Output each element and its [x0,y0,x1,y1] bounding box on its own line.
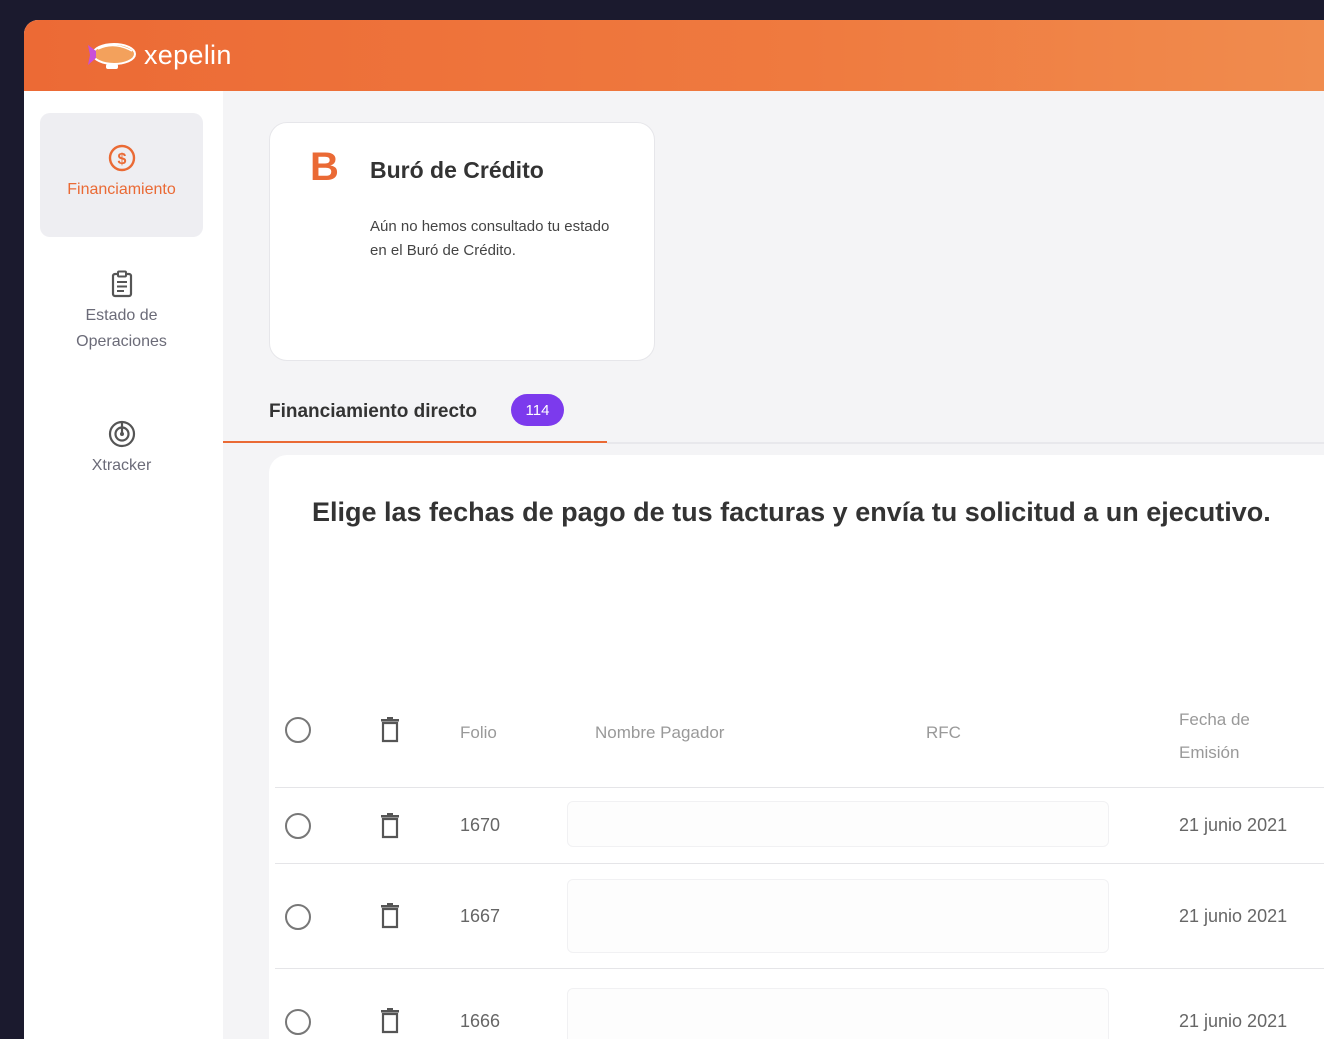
sidebar-item-financiamiento[interactable]: $ Financiamiento [40,113,203,237]
row-folio: 1666 [460,1011,501,1031]
invoices-panel: Elige las fechas de pago de tus facturas… [269,455,1324,1039]
tab-financiamiento-directo[interactable]: Financiamiento directo 114 [223,381,607,443]
col-folio: Folio [460,723,497,742]
table-row[interactable]: 1670 21 junio 2021 [275,787,1324,864]
table-row[interactable]: 1667 21 junio 2021 [275,863,1324,969]
sidebar-item-label: Estado de Operaciones [76,307,167,350]
redacted-payer-field [567,988,1109,1039]
row-select-radio[interactable] [285,904,311,930]
top-bar: xepelin [24,20,1324,91]
trash-icon[interactable] [379,903,401,929]
col-fecha-emision: Fecha de Emisión [1179,710,1250,762]
row-fecha: 21 junio 2021 [1179,815,1288,835]
bureau-letter-icon: B [310,145,339,189]
col-nombre-pagador: Nombre Pagador [595,723,725,742]
sidebar-item-estado-operaciones[interactable]: Estado de Operaciones [40,269,203,369]
row-select-radio[interactable] [285,1009,311,1035]
trash-icon[interactable] [379,1008,401,1034]
count-badge: 114 [511,394,564,426]
tab-label: Financiamiento directo [269,401,477,422]
row-fecha: 21 junio 2021 [1179,1011,1288,1031]
clipboard-icon [111,270,132,298]
card-description: Aún no hemos consultado tu estado en el … [370,218,610,259]
card-title: Buró de Crédito [370,157,544,183]
row-select-radio[interactable] [285,813,311,839]
sidebar-item-xtracker[interactable]: Xtracker [40,419,203,489]
brand-name: xepelin [144,39,232,70]
row-fecha: 21 junio 2021 [1179,906,1288,926]
redacted-payer-field [567,879,1109,953]
row-folio: 1670 [460,815,501,835]
table-header: Folio Nombre Pagador RFC Fecha de Emisió… [275,687,1324,788]
app-window: xepelin $ Financiamiento Estado de Opera… [24,20,1324,1039]
row-folio: 1667 [460,906,501,926]
dollar-circle-icon: $ [108,144,135,172]
credit-bureau-card: B Buró de Crédito Aún no hemos consultad… [269,122,655,361]
zeppelin-logo-icon [88,43,136,69]
tab-divider [607,442,1324,444]
trash-icon[interactable] [379,717,401,743]
svg-text:$: $ [117,151,126,168]
redacted-payer-field [567,801,1109,847]
main-content: B Buró de Crédito Aún no hemos consultad… [223,91,1324,1039]
table-row[interactable]: 1666 21 junio 2021 [275,968,1324,1039]
panel-heading: Elige las fechas de pago de tus facturas… [312,497,1271,527]
radar-icon [108,420,135,448]
sidebar-item-label: Xtracker [91,457,152,474]
select-all-radio[interactable] [285,717,311,743]
col-rfc: RFC [926,723,961,742]
trash-icon[interactable] [379,813,401,839]
sidebar: $ Financiamiento Estado de Operaciones X… [24,91,223,1039]
logo[interactable]: xepelin [86,30,232,80]
sidebar-item-label: Financiamiento [67,181,176,198]
